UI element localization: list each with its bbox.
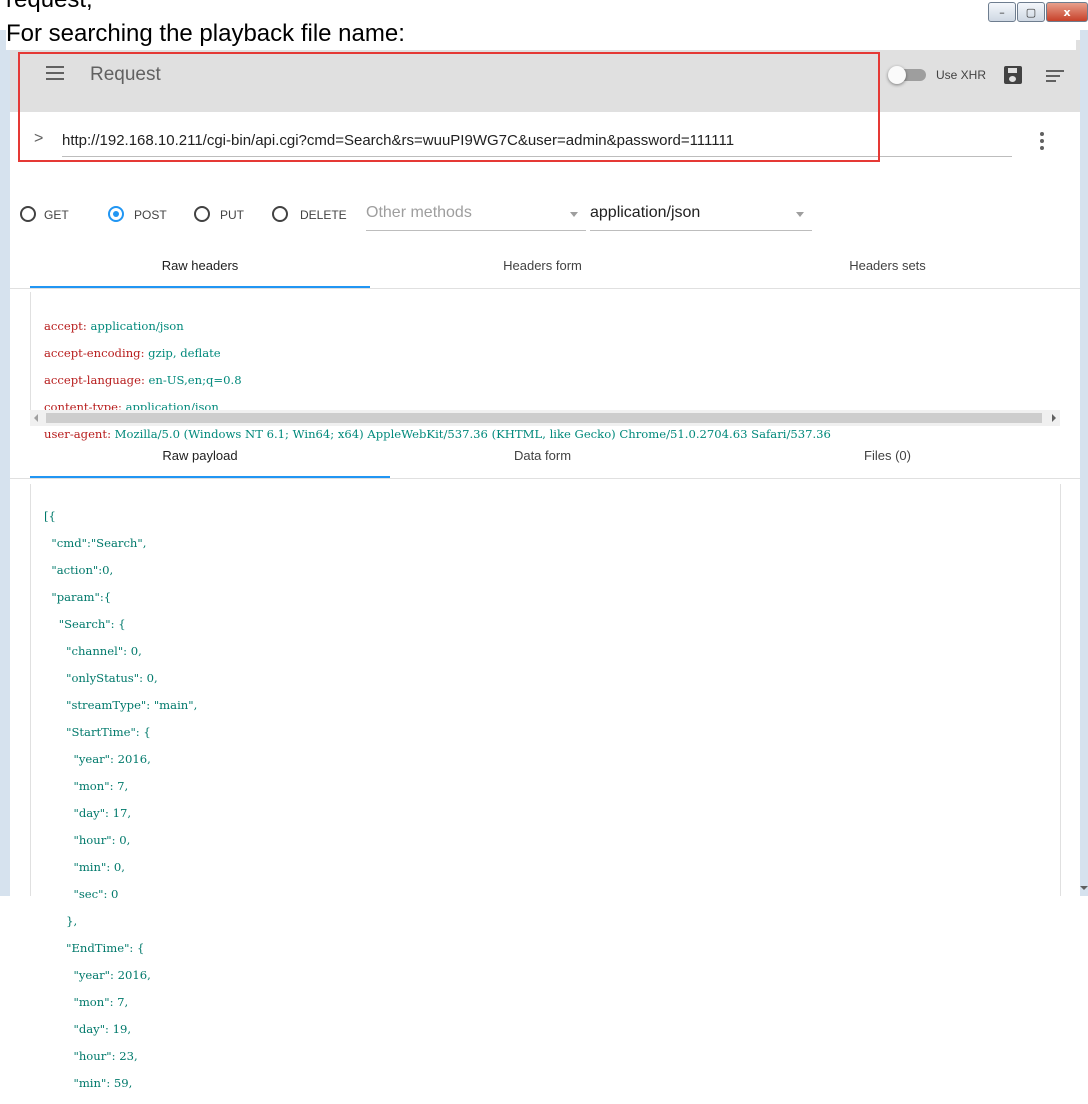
tab-data-form[interactable]: Data form <box>370 434 715 478</box>
payload-line: "hour": 23, <box>44 1048 138 1063</box>
payload-line: "StartTime": { <box>44 724 151 739</box>
method-selector: GET POST PUT DELETE Other methods applic… <box>10 200 1080 231</box>
radio-put[interactable] <box>194 206 210 222</box>
toggle-knob <box>888 66 906 84</box>
other-methods-underline <box>366 230 586 231</box>
header-value: en-US,en;q=0.8 <box>148 372 242 387</box>
payload-line: }, <box>44 913 78 928</box>
save-icon[interactable] <box>1004 66 1022 84</box>
tabs-divider <box>10 288 1080 289</box>
other-methods-select[interactable]: Other methods <box>366 204 472 222</box>
tab-files[interactable]: Files (0) <box>715 434 1060 478</box>
content-type-underline <box>590 230 812 231</box>
scroll-down-icon[interactable] <box>1080 886 1088 890</box>
use-xhr-toggle[interactable] <box>888 66 928 84</box>
payload-line: "min": 0, <box>44 859 125 874</box>
radio-delete-label: DELETE <box>300 208 347 222</box>
annotation-highlight-box <box>18 52 880 162</box>
header-key: accept <box>44 318 83 333</box>
payload-line: "year": 2016, <box>44 751 151 766</box>
close-button[interactable]: x <box>1046 2 1088 22</box>
tabs-divider <box>10 478 1080 479</box>
caption-text: For searching the playback file name: <box>6 20 405 47</box>
scrollbar-thumb[interactable] <box>46 413 1042 423</box>
headers-tabs: Raw headers Headers form Headers sets <box>10 244 1080 288</box>
header-line: accept-encoding: gzip, deflate <box>44 345 221 360</box>
content-type-select[interactable]: application/json <box>590 204 700 222</box>
scroll-right-icon[interactable] <box>1052 414 1056 422</box>
header-value: application/json <box>90 318 184 333</box>
tab-headers-form[interactable]: Headers form <box>370 244 715 288</box>
payload-line: "param":{ <box>44 589 112 604</box>
payload-line: "day": 17, <box>44 805 132 820</box>
radio-post-label: POST <box>134 208 167 222</box>
payload-line: "mon": 7, <box>44 994 129 1009</box>
payload-line: "action":0, <box>44 562 114 577</box>
payload-line: "EndTime": { <box>44 940 145 955</box>
payload-line: "year": 2016, <box>44 967 151 982</box>
radio-get[interactable] <box>20 206 36 222</box>
payload-tabs: Raw payload Data form Files (0) <box>10 434 1080 478</box>
payload-line: "min": 59, <box>44 1075 133 1090</box>
payload-line: "cmd":"Search", <box>44 535 147 550</box>
caption-fragment: request, <box>6 0 93 14</box>
scroll-left-icon[interactable] <box>34 414 38 422</box>
payload-line: "day": 19, <box>44 1021 132 1036</box>
tab-headers-sets[interactable]: Headers sets <box>715 244 1060 288</box>
payload-panel-border-right <box>1060 484 1061 896</box>
payload-line: "mon": 7, <box>44 778 129 793</box>
raw-payload-editor[interactable]: [{ "cmd":"Search", "action":0, "param":{… <box>44 496 197 1104</box>
payload-line: "streamType": "main", <box>44 697 198 712</box>
more-vert-icon[interactable] <box>1040 132 1044 153</box>
window-frame-left <box>0 30 10 896</box>
window-frame-right <box>1080 30 1088 896</box>
maximize-button[interactable]: ▢ <box>1017 2 1045 22</box>
radio-post[interactable] <box>108 206 124 222</box>
radio-put-label: PUT <box>220 208 244 222</box>
payload-line: "onlyStatus": 0, <box>44 670 158 685</box>
payload-line: "channel": 0, <box>44 643 142 658</box>
sort-icon[interactable] <box>1046 70 1064 85</box>
payload-panel-border-left <box>30 484 31 896</box>
payload-line: "sec": 0 <box>44 886 119 901</box>
header-line: accept-language: en-US,en;q=0.8 <box>44 372 242 387</box>
header-key: accept-encoding <box>44 345 141 360</box>
horizontal-scrollbar[interactable] <box>30 410 1060 426</box>
tab-raw-headers[interactable]: Raw headers <box>30 244 370 288</box>
headers-panel-border <box>30 292 31 410</box>
chevron-down-icon[interactable] <box>570 212 578 217</box>
minimize-button[interactable]: – <box>988 2 1016 22</box>
document-caption: request, For searching the playback file… <box>6 0 1076 50</box>
tab-raw-payload[interactable]: Raw payload <box>30 434 370 478</box>
header-value: gzip, deflate <box>148 345 221 360</box>
window-controls: – ▢ x <box>987 2 1088 22</box>
header-line: accept: application/json <box>44 318 184 333</box>
use-xhr-label: Use XHR <box>936 68 987 82</box>
header-key: accept-language <box>44 372 141 387</box>
radio-delete[interactable] <box>272 206 288 222</box>
payload-line: "Search": { <box>44 616 126 631</box>
chevron-down-icon[interactable] <box>796 212 804 217</box>
raw-headers-editor[interactable]: accept: application/json accept-encoding… <box>44 306 831 455</box>
payload-line: "hour": 0, <box>44 832 131 847</box>
payload-line: [{ <box>44 508 56 523</box>
radio-get-label: GET <box>44 208 69 222</box>
